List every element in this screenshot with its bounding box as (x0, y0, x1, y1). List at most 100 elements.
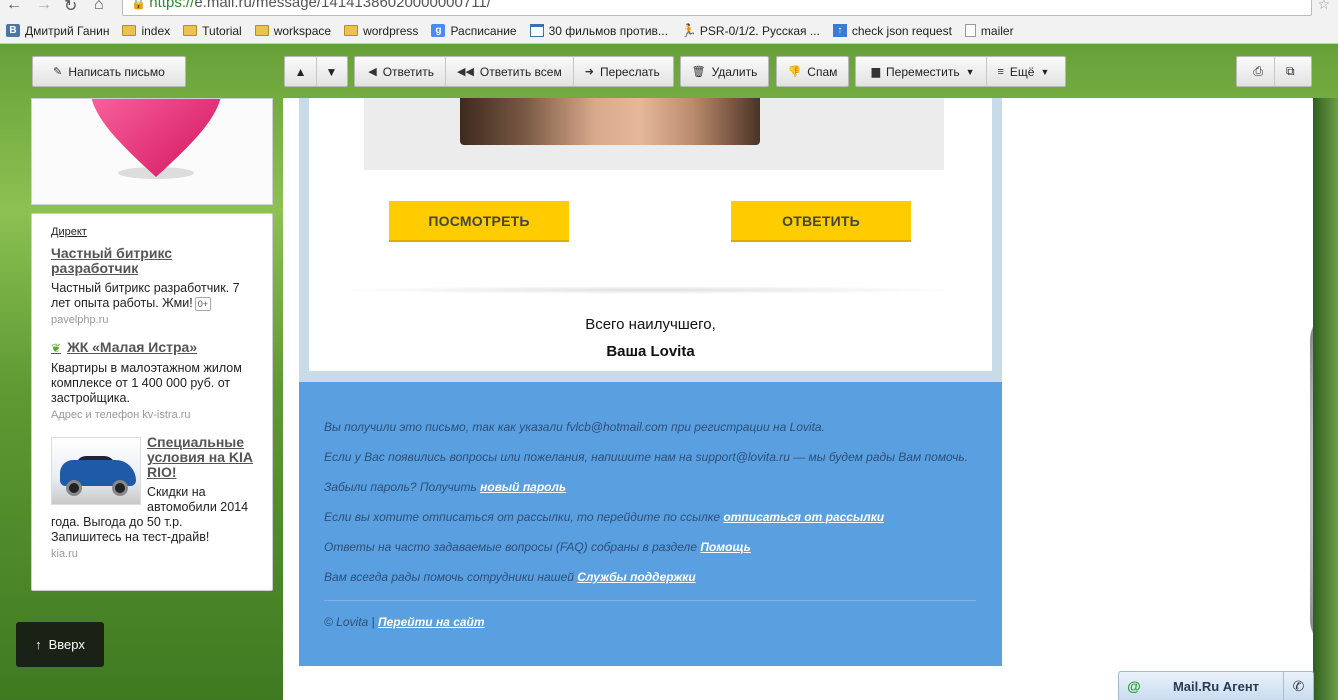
spam-label: Спам (807, 64, 838, 79)
email-footer: Вы получили это письмо, так как указали … (299, 382, 1002, 666)
print-group: ⎙ ⧉ (1236, 56, 1312, 87)
footer-line: Вы получили это письмо, так как указали … (324, 420, 825, 434)
scroll-up-button[interactable]: ↑ Вверх (16, 622, 104, 667)
runner-icon: 🏃 (680, 23, 698, 38)
view-button[interactable]: ПОСМОТРЕТЬ (389, 201, 569, 242)
trash-icon: 🗑 (691, 66, 706, 78)
spam-button[interactable]: 👎 Спам (776, 56, 849, 87)
phone-icon[interactable]: ✆ (1283, 672, 1313, 700)
google-icon: g (431, 24, 446, 37)
ads-header[interactable]: Директ (51, 226, 253, 238)
signature-name: Ваша Lovita (606, 343, 695, 360)
folder-icon (122, 25, 137, 36)
folder-icon (254, 25, 269, 36)
url-path: e.mail.ru/message/14141386020000000711/ (194, 0, 491, 11)
back-icon[interactable]: ← (6, 0, 22, 14)
forward-arrow-icon: ➜ (584, 66, 594, 78)
home-icon[interactable]: ⌂ (94, 0, 104, 14)
new-password-link[interactable]: новый пароль (480, 480, 566, 494)
model-photo[interactable] (460, 98, 760, 145)
menu-lines-icon: ≡ (997, 65, 1004, 78)
banner-ad[interactable] (31, 98, 273, 205)
ad-url[interactable]: kia.ru (51, 548, 253, 560)
footer-line: Забыли пароль? Получить новый пароль (324, 480, 977, 494)
reply-all-button[interactable]: ◀◀ Ответить всем (446, 57, 574, 86)
page-icon (964, 24, 976, 37)
open-window-button[interactable]: ⧉ (1275, 57, 1306, 86)
footer-text: Ответы на часто задаваемые вопросы (FAQ)… (324, 540, 701, 554)
bookmark-item[interactable]: В Дмитрий Ганин (6, 24, 109, 38)
footer-divider (324, 600, 976, 601)
car-wheel (112, 480, 128, 496)
arrow-up-icon: ↑ (35, 637, 42, 652)
email-frame: ПОСМОТРЕТЬ ОТВЕТИТЬ Всего наилучшего, Ва… (299, 98, 1002, 382)
bookmark-label: mailer (980, 23, 1014, 38)
bookmark-item[interactable]: 30 фильмов против... (529, 23, 668, 38)
bookmark-label: 30 фильмов против... (548, 23, 668, 38)
more-label: Ещё (1009, 64, 1035, 79)
ad-item[interactable]: Частный битрикс разработчик Частный битр… (51, 246, 253, 327)
bookmark-label: Расписание (450, 23, 517, 38)
move-button[interactable]: ▆ Переместить ▼ (861, 57, 987, 86)
email-card: ПОСМОТРЕТЬ ОТВЕТИТЬ Всего наилучшего, Ва… (309, 98, 992, 371)
unsubscribe-link[interactable]: отписаться от рассылки (723, 510, 884, 524)
next-message-button[interactable]: ▼ (317, 57, 347, 86)
reload-icon[interactable]: ↻ (64, 0, 77, 16)
pencil-icon: ✎ (53, 66, 63, 78)
bookmark-label: index (141, 23, 171, 38)
ad-url[interactable]: Адрес и телефон kv-istra.ru (51, 409, 253, 421)
lock-icon: 🔒 (131, 0, 146, 10)
ad-url[interactable]: pavelphp.ru (51, 314, 253, 326)
reply-button[interactable]: ◀ Ответить (357, 57, 446, 86)
footer-line: Вам всегда рады помочь сотрудники нашей … (324, 570, 977, 584)
folder-icon (344, 25, 359, 36)
move-more-group: ▆ Переместить ▼ ≡ Ещё ▼ (855, 56, 1066, 87)
age-badge: 0+ (194, 296, 211, 311)
vk-icon: В (6, 24, 20, 37)
bookmark-item[interactable]: index (122, 24, 170, 38)
help-link[interactable]: Помощь (700, 540, 751, 554)
folder-icon (183, 25, 198, 36)
bookmark-item[interactable]: 🏃 PSR-0/1/2. Русская ... (681, 24, 820, 38)
bookmark-item[interactable]: ↑ check json request (832, 24, 952, 38)
forward-label: Переслать (599, 64, 660, 79)
bookmark-item[interactable]: g Расписание (431, 23, 517, 38)
chevron-up-icon: ▲ (294, 64, 307, 79)
ad-title[interactable]: ЖК «Малая Истра» (67, 339, 197, 355)
delete-button[interactable]: 🗑 Удалить (680, 56, 769, 87)
address-field[interactable]: 🔒 https://e.mail.ru/message/141413860200… (122, 0, 1312, 16)
ad-title-wrap[interactable]: ❦ ЖК «Малая Истра» (51, 340, 253, 356)
bookmark-item[interactable]: mailer (964, 23, 1014, 38)
forward-icon[interactable]: → (36, 0, 52, 14)
compose-button[interactable]: ✎ Написать письмо (32, 56, 186, 87)
mailru-agent-bar[interactable]: @ Mail.Ru Агент ✆ (1118, 671, 1314, 700)
calendar-icon (529, 24, 544, 37)
car-image[interactable] (51, 437, 141, 505)
reply-cta-button[interactable]: ОТВЕТИТЬ (731, 201, 911, 242)
prev-message-button[interactable]: ▲ (286, 57, 317, 86)
support-link[interactable]: Службы поддержки (577, 570, 695, 584)
bookmark-item[interactable]: Tutorial (183, 24, 242, 38)
print-button[interactable]: ⎙ (1242, 57, 1276, 86)
leaf-icon: ❦ (51, 341, 62, 355)
footer-text: Вам всегда рады помочь сотрудники нашей (324, 570, 578, 584)
caret-down-icon: ▼ (1040, 66, 1050, 77)
bookmark-star-icon[interactable]: ☆ (1317, 0, 1330, 13)
prev-next-group: ▲ ▼ (284, 56, 348, 87)
popout-icon: ⧉ (1286, 64, 1295, 78)
copyright: © Lovita | Перейти на сайт (324, 615, 977, 629)
bookmark-item[interactable]: workspace (254, 23, 332, 38)
forward-button[interactable]: ➜ Переслать (574, 57, 671, 86)
ad-title[interactable]: Частный битрикс разработчик (51, 246, 253, 276)
footer-line: Если у Вас появились вопросы или пожелан… (324, 450, 969, 464)
reply-all-icon: ◀◀ (457, 66, 474, 78)
site-link[interactable]: Перейти на сайт (378, 615, 485, 629)
ad-item[interactable]: Специальные условия на KIA RIO! Скидки н… (51, 435, 253, 560)
bookmark-item[interactable]: wordpress (344, 24, 418, 38)
footer-line: Если вы хотите отписаться от рассылки, т… (324, 510, 977, 524)
caret-down-icon: ▼ (965, 66, 975, 77)
ad-item[interactable]: ❦ ЖК «Малая Истра» Квартиры в малоэтажном… (51, 340, 253, 422)
bookmark-label: workspace (273, 23, 332, 38)
divider (329, 286, 969, 294)
more-button[interactable]: ≡ Ещё ▼ (987, 57, 1061, 86)
